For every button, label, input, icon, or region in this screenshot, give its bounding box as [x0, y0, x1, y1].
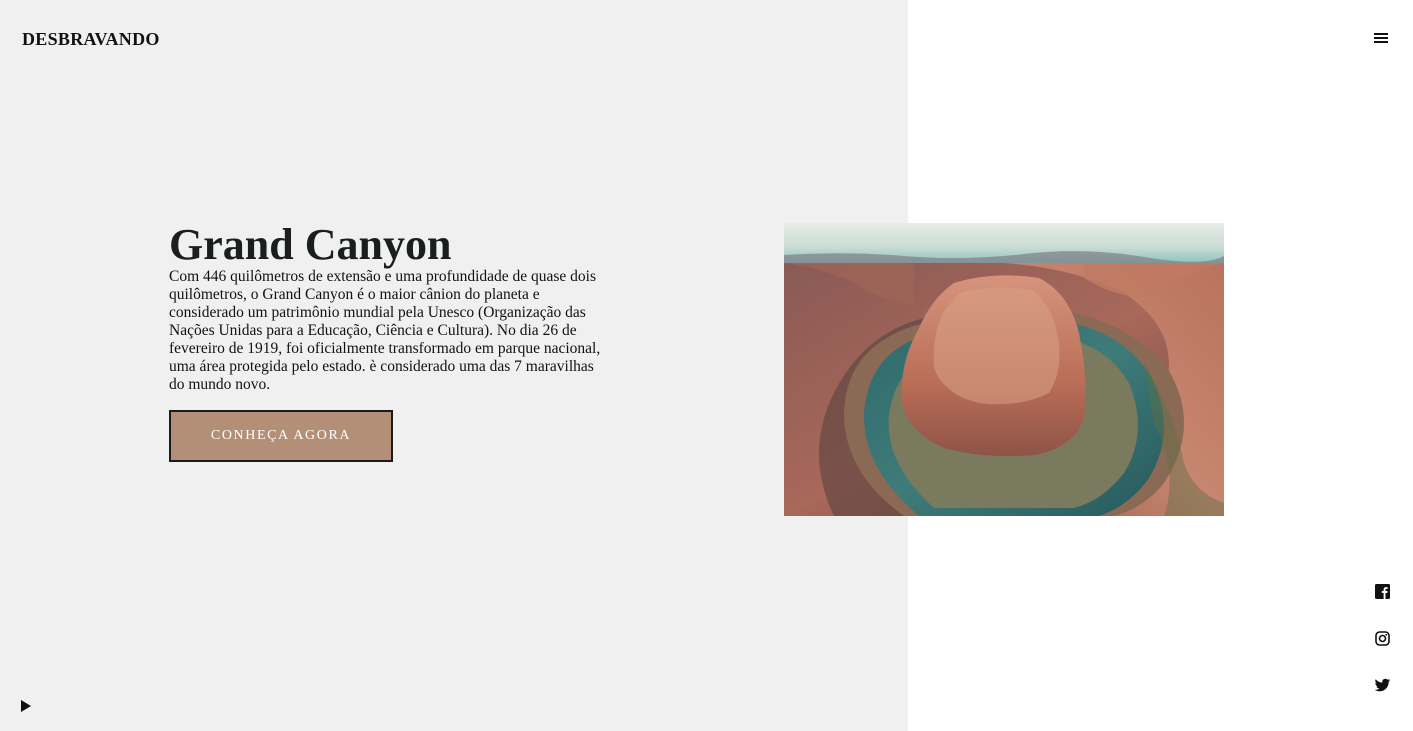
- hero-title: Grand Canyon: [169, 220, 452, 269]
- hero-description: Com 446 quilômetros de extensão e uma pr…: [169, 268, 601, 393]
- play-button[interactable]: [20, 699, 32, 713]
- twitter-link[interactable]: [1374, 677, 1391, 694]
- menu-button[interactable]: [1372, 29, 1390, 47]
- twitter-icon: [1374, 678, 1391, 692]
- instagram-icon: [1375, 631, 1390, 646]
- facebook-icon: [1375, 584, 1390, 599]
- cta-button[interactable]: CONHEÇA AGORA: [169, 410, 393, 462]
- hamburger-menu-icon: [1374, 33, 1388, 43]
- play-icon: [21, 700, 31, 712]
- hero-section: Grand Canyon Com 446 quilômetros de exte…: [169, 222, 609, 394]
- hero-image: [784, 223, 1224, 516]
- instagram-link[interactable]: [1374, 630, 1391, 647]
- facebook-link[interactable]: [1374, 583, 1391, 600]
- site-logo[interactable]: DESBRAVANDO: [22, 28, 160, 50]
